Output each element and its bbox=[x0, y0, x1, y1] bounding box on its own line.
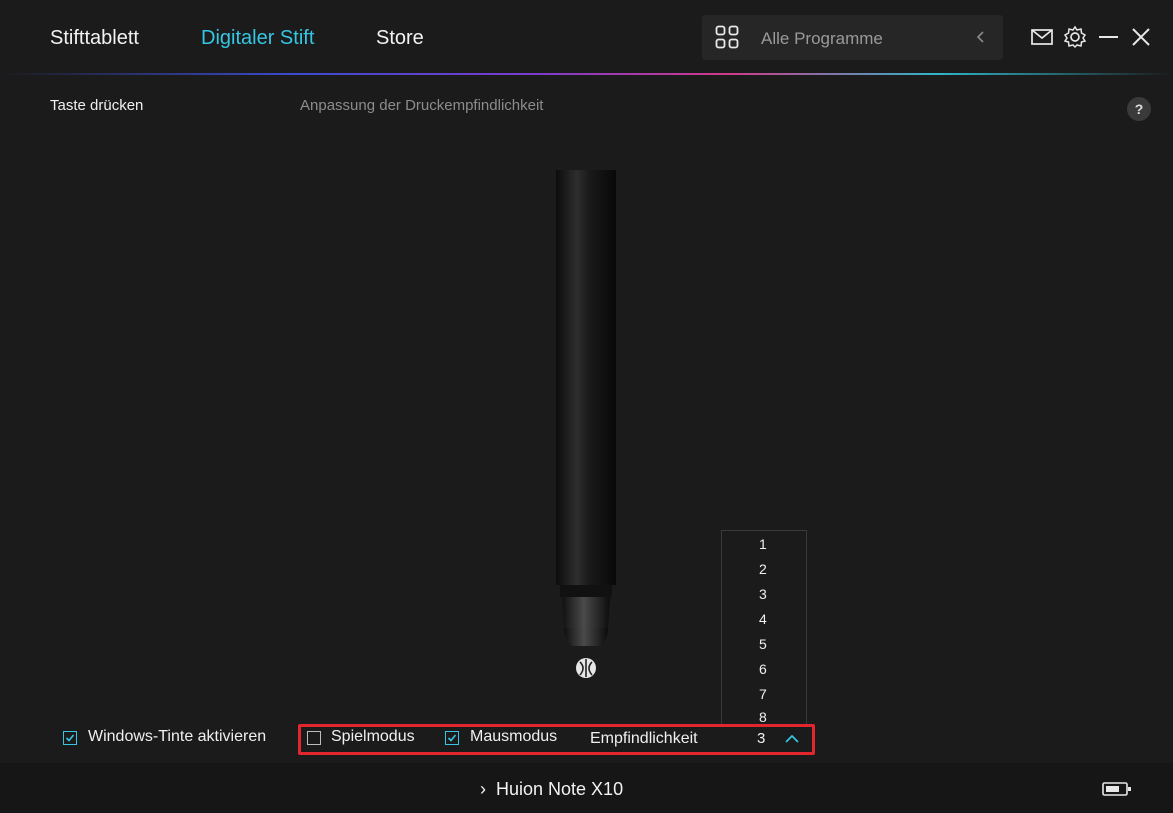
sensitivity-option[interactable]: 7 bbox=[759, 686, 767, 702]
apps-grid-icon bbox=[715, 25, 739, 49]
subtab-button-press[interactable]: Taste drücken bbox=[50, 97, 143, 114]
device-name-label: Huion Note X10 bbox=[496, 779, 624, 799]
chevron-left-icon[interactable] bbox=[976, 30, 986, 44]
program-selector-label: Alle Programme bbox=[761, 29, 883, 48]
sensitivity-option[interactable]: 8 bbox=[759, 709, 767, 725]
program-selector[interactable]: Alle Programme bbox=[702, 15, 1003, 60]
sensitivity-option[interactable]: 1 bbox=[759, 536, 767, 552]
header-divider bbox=[0, 73, 1173, 75]
battery-icon bbox=[1102, 782, 1131, 796]
minimize-icon[interactable] bbox=[1096, 24, 1122, 50]
mail-icon[interactable] bbox=[1029, 24, 1055, 50]
gear-icon[interactable] bbox=[1062, 24, 1088, 50]
device-name[interactable]: › Huion Note X10 bbox=[480, 779, 623, 800]
windows-ink-checkbox[interactable] bbox=[63, 731, 77, 745]
sensitivity-option[interactable]: 2 bbox=[759, 561, 767, 577]
help-icon[interactable]: ? bbox=[1127, 97, 1151, 121]
chevron-right-icon: › bbox=[480, 779, 486, 799]
highlight-box bbox=[298, 724, 815, 755]
close-icon[interactable] bbox=[1128, 24, 1154, 50]
windows-ink-label: Windows-Tinte aktivieren bbox=[88, 728, 267, 745]
sensitivity-option[interactable]: 3 bbox=[759, 586, 767, 602]
tab-pen-tablet[interactable]: Stifttablett bbox=[50, 27, 139, 50]
device-footer[interactable]: › Huion Note X10 bbox=[0, 763, 1173, 813]
tab-store[interactable]: Store bbox=[376, 27, 424, 50]
sensitivity-dropdown-list[interactable]: 1 2 3 4 5 6 7 8 bbox=[721, 530, 807, 725]
sensitivity-option[interactable]: 5 bbox=[759, 636, 767, 652]
sensitivity-option[interactable]: 4 bbox=[759, 611, 767, 627]
sensitivity-option[interactable]: 6 bbox=[759, 661, 767, 677]
pen-illustration bbox=[556, 170, 616, 678]
tab-digital-pen[interactable]: Digitaler Stift bbox=[201, 27, 314, 50]
subtab-pressure-sensitivity[interactable]: Anpassung der Druckempfindlichkeit bbox=[300, 97, 543, 114]
